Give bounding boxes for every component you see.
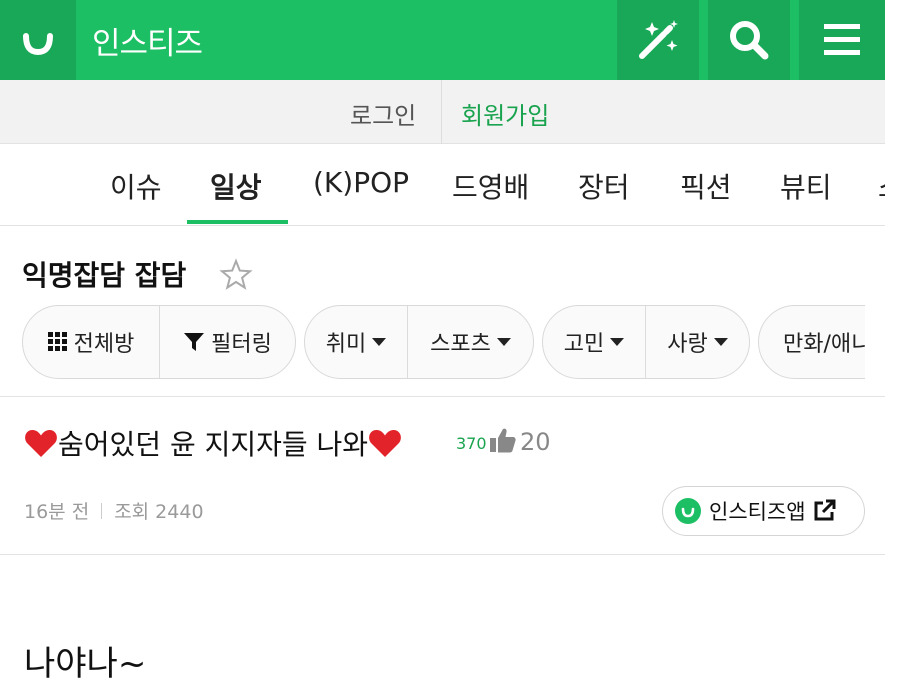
tab-more[interactable]: 소	[878, 166, 885, 206]
comics-anime-button[interactable]: 만화/애니	[759, 306, 865, 378]
external-link-icon	[814, 499, 836, 521]
filtering-button[interactable]: 필터링	[159, 306, 295, 378]
thumbs-up-icon	[490, 428, 516, 453]
sports-dropdown[interactable]: 스포츠	[407, 306, 533, 378]
worry-label: 고민	[563, 332, 605, 357]
search-icon	[730, 21, 769, 60]
filter-group-view: 전체방 필터링	[22, 305, 296, 379]
post-meta: 16분 전 조회 2440	[24, 497, 204, 524]
post-time: 16분 전	[24, 501, 90, 523]
love-dropdown[interactable]: 사랑	[645, 306, 749, 378]
site-title[interactable]: 인스티즈	[92, 18, 203, 63]
tab-fiction[interactable]: 픽션	[680, 166, 732, 206]
comics-anime-label: 만화/애니	[783, 332, 865, 357]
tab-drama-movie[interactable]: 드영배	[452, 166, 529, 206]
signup-link[interactable]: 회원가입	[461, 96, 549, 131]
logo-icon	[675, 498, 701, 524]
hobby-label: 취미	[325, 332, 367, 357]
post-body: 나야나~	[24, 644, 147, 684]
category-nav: 이슈 일상 (K)POP 드영배 장터 픽션 뷰티 소	[0, 144, 885, 226]
post-views: 조회 2440	[114, 501, 204, 523]
heart-icon	[369, 430, 401, 457]
star-outline-icon[interactable]	[219, 258, 253, 292]
magic-wand-button[interactable]	[617, 0, 699, 80]
sports-label: 스포츠	[430, 332, 491, 357]
heart-icon	[25, 430, 57, 457]
menu-icon	[824, 24, 860, 55]
auth-bar: 로그인 회원가입	[0, 80, 885, 144]
chevron-down-icon	[372, 338, 387, 346]
filter-bar: 전체방 필터링 취미 스포츠 고민 사랑 만화/애니	[22, 305, 865, 379]
filter-group-hobby: 취미 스포츠	[304, 305, 534, 379]
open-in-app-label: 인스티즈앱	[709, 500, 806, 524]
top-bar: 인스티즈	[0, 0, 885, 80]
all-rooms-button[interactable]: 전체방	[23, 306, 159, 378]
board-title: 익명잡담 잡담	[22, 259, 187, 292]
like-count: 20	[520, 428, 551, 456]
tab-daily[interactable]: 일상	[210, 166, 262, 206]
menu-button[interactable]	[799, 0, 885, 80]
open-in-app-button[interactable]: 인스티즈앱	[662, 486, 865, 536]
login-link[interactable]: 로그인	[350, 96, 416, 131]
hobby-dropdown[interactable]: 취미	[305, 306, 407, 378]
chevron-down-icon	[496, 338, 511, 346]
love-label: 사랑	[667, 332, 708, 357]
chevron-down-icon	[610, 338, 625, 346]
tab-market[interactable]: 장터	[578, 166, 630, 206]
logo-icon[interactable]	[0, 0, 76, 80]
post-title-text: 숨어있던 윤 지지자들 나와	[58, 428, 369, 461]
filter-group-comics: 만화/애니	[758, 305, 865, 379]
all-rooms-label: 전체방	[73, 332, 135, 357]
section-divider	[0, 396, 885, 397]
magic-wand-icon	[639, 20, 678, 59]
tab-kpop[interactable]: (K)POP	[313, 166, 409, 199]
search-button[interactable]	[708, 0, 790, 80]
auth-divider	[441, 80, 442, 144]
filtering-label: 필터링	[211, 332, 272, 357]
active-tab-indicator	[187, 220, 288, 224]
post-title[interactable]: 숨어있던 윤 지지자들 나와	[24, 423, 402, 463]
tab-beauty[interactable]: 뷰티	[780, 166, 832, 206]
filter-group-worry: 고민 사랑	[542, 305, 750, 379]
comment-count[interactable]: 370	[456, 434, 487, 453]
funnel-icon	[184, 333, 205, 351]
meta-divider	[101, 503, 103, 519]
chevron-down-icon	[713, 338, 728, 346]
tab-issue[interactable]: 이슈	[110, 166, 162, 206]
grid-icon	[47, 332, 67, 351]
section-divider	[0, 554, 885, 555]
worry-dropdown[interactable]: 고민	[543, 306, 645, 378]
